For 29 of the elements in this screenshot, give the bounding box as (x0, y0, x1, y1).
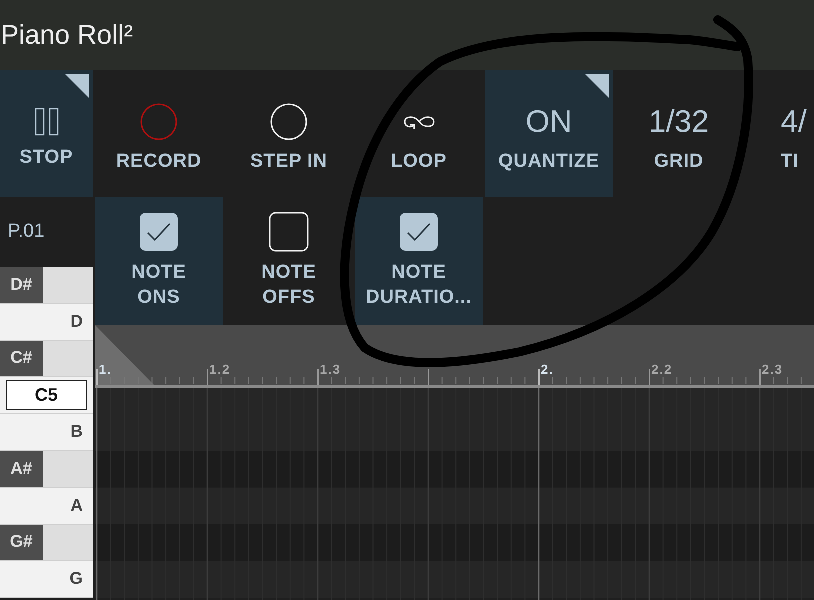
piano-key[interactable]: A# (0, 450, 93, 488)
ruler-label: 1. (99, 362, 112, 377)
piano-key[interactable]: D# (0, 267, 93, 304)
ruler-label: 2.2 (652, 362, 673, 377)
piano-key[interactable]: G# (0, 524, 93, 562)
ruler-label: 1.2 (210, 362, 231, 377)
ruler-label: 1.3 (320, 362, 342, 377)
checkbox[interactable] (139, 212, 179, 252)
piano-key[interactable]: C# (0, 340, 93, 378)
key-label: C5 (6, 380, 87, 410)
window-title: Piano Roll² (1, 20, 134, 50)
loop-icon (404, 114, 434, 130)
checkbox[interactable] (399, 212, 439, 252)
filter-toggle[interactable]: NOTE DURATIO... (355, 197, 483, 325)
ruler-label: 2.3 (762, 362, 784, 377)
key-label: D# (0, 267, 43, 303)
key-label: C# (0, 340, 43, 376)
key-label: G# (0, 524, 43, 560)
filter-toggle[interactable]: NOTE ONS (95, 197, 223, 325)
circle-icon (270, 102, 308, 140)
pause-icon (34, 106, 58, 136)
timeline-ruler[interactable]: 1. 1.2 1.3 2. 2.2 2.3 (95, 325, 814, 388)
transport-button[interactable]: ON QUANTIZE (485, 70, 613, 197)
piano-key[interactable]: C5 (0, 377, 93, 414)
transport-button[interactable]: STOP (0, 70, 93, 197)
key-label: A# (0, 450, 43, 487)
ruler-label: 2. (541, 362, 554, 377)
checkbox[interactable] (269, 212, 309, 252)
record-icon (140, 102, 178, 140)
